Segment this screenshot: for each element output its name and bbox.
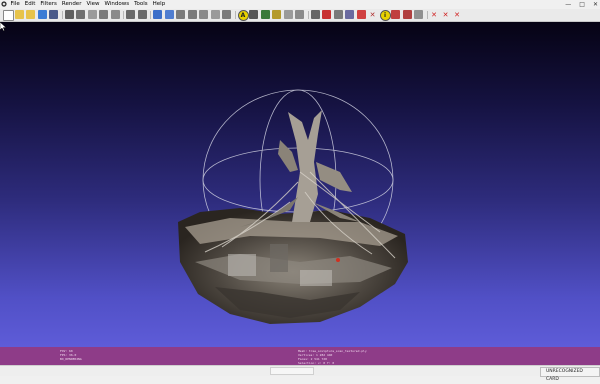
menu-tools[interactable]: Tools: [132, 0, 151, 9]
select-faces-icon[interactable]: [295, 10, 304, 19]
toolbar-separator: [123, 11, 124, 19]
info-icon[interactable]: i: [379, 10, 391, 21]
menu-bar: File Edit Filters Render View Windows To…: [0, 0, 600, 9]
reload-icon[interactable]: [37, 10, 47, 19]
new-project-icon[interactable]: [3, 10, 14, 21]
render-mode-text: BO_RENDERING: [60, 357, 82, 361]
menu-filters[interactable]: Filters: [38, 0, 60, 9]
paint-icon[interactable]: [272, 10, 281, 19]
brush-icon[interactable]: [391, 10, 400, 19]
toolbar-separator: [426, 11, 428, 19]
texture-mode-icon[interactable]: [199, 10, 208, 19]
lighting-icon[interactable]: [210, 10, 220, 19]
scanned-mesh: [178, 110, 408, 324]
meshlab-window: File Edit Filters Render View Windows To…: [0, 0, 600, 382]
delete-vertices-icon[interactable]: ✕: [441, 10, 450, 19]
bbox-mode-icon[interactable]: [222, 10, 231, 19]
smooth-mode-icon[interactable]: [187, 10, 197, 19]
delete-faces-icon[interactable]: ✕: [368, 10, 377, 19]
close-button[interactable]: ✕: [593, 0, 598, 9]
open-mesh-icon[interactable]: [26, 10, 35, 19]
toolbar-separator: [61, 11, 63, 19]
menu-view[interactable]: View: [84, 0, 102, 9]
split-view-icon[interactable]: [110, 10, 120, 19]
clear-selection-icon[interactable]: [414, 10, 423, 19]
delete-all-icon[interactable]: ✕: [453, 10, 462, 19]
align-icon[interactable]: A: [237, 10, 249, 21]
mesh-render: [178, 89, 408, 324]
select-region-icon[interactable]: [345, 10, 354, 19]
fullscreen-icon[interactable]: [99, 10, 108, 19]
save-icon[interactable]: [49, 10, 58, 19]
select-connected-icon[interactable]: [333, 10, 343, 19]
rainbow-icon[interactable]: [322, 10, 331, 19]
status-badge: UNRECOGNIZED CARD: [540, 367, 600, 382]
pick-points-icon[interactable]: [260, 10, 270, 19]
maximize-button[interactable]: □: [579, 0, 585, 9]
menu-file[interactable]: File: [8, 0, 22, 9]
render-info: FOV: 60 FPS: 36.0 BO_RENDERING: [60, 349, 82, 361]
menu-render[interactable]: Render: [59, 0, 84, 9]
scissors-icon[interactable]: [402, 10, 412, 19]
log-icon[interactable]: [87, 10, 97, 19]
snapshot-icon[interactable]: [64, 10, 74, 19]
measure-icon[interactable]: [249, 10, 258, 19]
paste-view-icon[interactable]: [137, 10, 147, 19]
select-vertices-icon[interactable]: [283, 10, 293, 19]
layers-icon[interactable]: [76, 10, 85, 19]
minimize-button[interactable]: —: [565, 0, 571, 9]
info-overlay: FOV: 60 FPS: 36.0 BO_RENDERING Mesh: tre…: [0, 347, 600, 369]
delete-selected-icon[interactable]: ✕: [430, 10, 439, 19]
pen-icon[interactable]: [310, 10, 320, 19]
progress-bar: [270, 367, 314, 375]
points-mode-icon[interactable]: [153, 10, 162, 19]
main-toolbar: A ✕ i ✕ ✕ ✕: [0, 9, 600, 22]
menu-windows[interactable]: Windows: [102, 0, 132, 9]
color-picker-icon[interactable]: [356, 10, 366, 19]
app-logo-icon: [1, 1, 7, 7]
flat-mode-icon[interactable]: [176, 10, 185, 19]
toolbar-separator: [150, 11, 151, 19]
wireframe-mode-icon[interactable]: [164, 10, 174, 19]
menu-edit[interactable]: Edit: [22, 0, 38, 9]
copy-view-icon[interactable]: [126, 10, 135, 19]
open-project-icon[interactable]: [14, 10, 24, 19]
3d-viewport[interactable]: [0, 22, 600, 347]
menu-help[interactable]: Help: [150, 0, 168, 9]
toolbar-separator: [307, 11, 309, 19]
mouse-cursor-icon: [0, 22, 7, 32]
toolbar-separator: [234, 11, 236, 19]
status-bar: UNRECOGNIZED CARD: [0, 365, 600, 382]
